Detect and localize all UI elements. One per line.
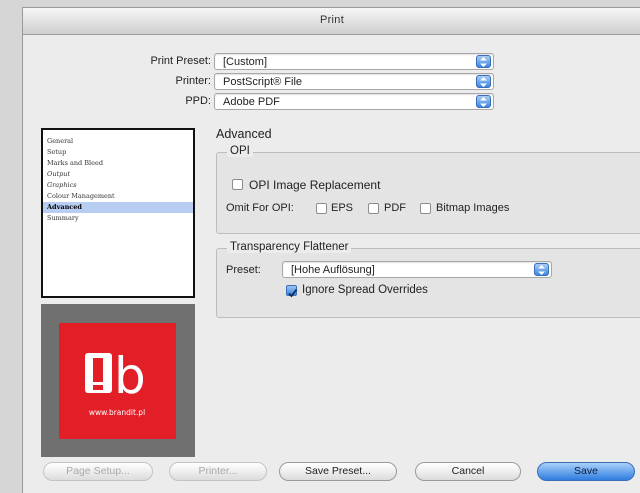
cancel-button[interactable]: Cancel bbox=[415, 462, 521, 481]
flattener-preset-label: Preset: bbox=[226, 264, 261, 276]
printer-button[interactable]: Printer... bbox=[169, 462, 267, 481]
omit-for-opi-label: Omit For OPI: bbox=[226, 202, 294, 214]
title-bar: Print bbox=[23, 8, 640, 35]
logo-site-text: www.brandit.pl bbox=[89, 408, 145, 417]
panel-title: Advanced bbox=[216, 127, 272, 141]
printer-value: PostScript® File bbox=[223, 76, 303, 88]
ignore-spread-overrides-checkbox[interactable] bbox=[286, 285, 298, 298]
sidebar-item-colour-management[interactable]: Colour Management bbox=[43, 191, 193, 202]
print-preset-popup[interactable]: [Custom] bbox=[214, 53, 494, 70]
popup-arrows-icon bbox=[476, 55, 491, 68]
sidebar-item-general[interactable]: General bbox=[43, 136, 193, 147]
omit-eps-checkbox[interactable] bbox=[316, 203, 327, 214]
omit-bitmap-images-label: Bitmap Images bbox=[436, 202, 510, 214]
printer-label: Printer: bbox=[175, 75, 211, 87]
checkmark-icon bbox=[288, 288, 298, 298]
sidebar-item-output[interactable]: Output bbox=[43, 169, 193, 180]
sidebar-item-graphics[interactable]: Graphics bbox=[43, 180, 193, 191]
brand-logo: b www.brandit.pl bbox=[59, 323, 176, 439]
print-dialog: Print Print Preset: [Custom] Printer: Po… bbox=[22, 7, 640, 493]
sidebar-item-setup[interactable]: Setup bbox=[43, 147, 193, 158]
page-setup-button[interactable]: Page Setup... bbox=[43, 462, 153, 481]
popup-arrows-icon bbox=[476, 75, 491, 88]
opi-image-replacement-label: OPI Image Replacement bbox=[249, 178, 381, 192]
flattener-preset-popup[interactable]: [Hohe Auflösung] bbox=[282, 261, 552, 278]
print-preset-label: Print Preset: bbox=[150, 55, 211, 67]
popup-arrows-icon bbox=[476, 95, 491, 108]
sidebar-item-marks-and-bleed[interactable]: Marks and Bleed bbox=[43, 158, 193, 169]
sidebar-item-advanced[interactable]: Advanced bbox=[43, 202, 193, 213]
printer-popup[interactable]: PostScript® File bbox=[214, 73, 494, 90]
ignore-spread-overrides-label: Ignore Spread Overrides bbox=[302, 284, 428, 296]
sidebar-item-summary[interactable]: Summary bbox=[43, 213, 193, 224]
omit-bitmap-images-checkbox[interactable] bbox=[420, 203, 431, 214]
omit-pdf-label: PDF bbox=[384, 202, 406, 214]
print-preset-value: [Custom] bbox=[223, 56, 268, 68]
popup-arrows-icon bbox=[534, 263, 549, 276]
flattener-preset-value: [Hohe Auflösung] bbox=[291, 264, 375, 276]
transparency-flattener-label: Transparency Flattener bbox=[227, 241, 352, 253]
ppd-value: Adobe PDF bbox=[223, 96, 280, 108]
transparency-flattener-group bbox=[216, 248, 640, 318]
save-preset-button[interactable]: Save Preset... bbox=[279, 462, 397, 481]
ppd-label: PPD: bbox=[185, 95, 211, 107]
save-button[interactable]: Save bbox=[537, 462, 635, 481]
window-title: Print bbox=[319, 14, 345, 26]
opi-group-label: OPI bbox=[227, 145, 253, 157]
opi-image-replacement-checkbox[interactable] bbox=[232, 179, 243, 190]
opi-group bbox=[216, 152, 640, 234]
omit-pdf-checkbox[interactable] bbox=[368, 203, 379, 214]
omit-eps-label: EPS bbox=[331, 202, 354, 214]
ppd-popup[interactable]: Adobe PDF bbox=[214, 93, 494, 110]
category-list: General Setup Marks and Bleed Output Gra… bbox=[41, 128, 195, 298]
svg-text:b: b bbox=[114, 347, 146, 405]
